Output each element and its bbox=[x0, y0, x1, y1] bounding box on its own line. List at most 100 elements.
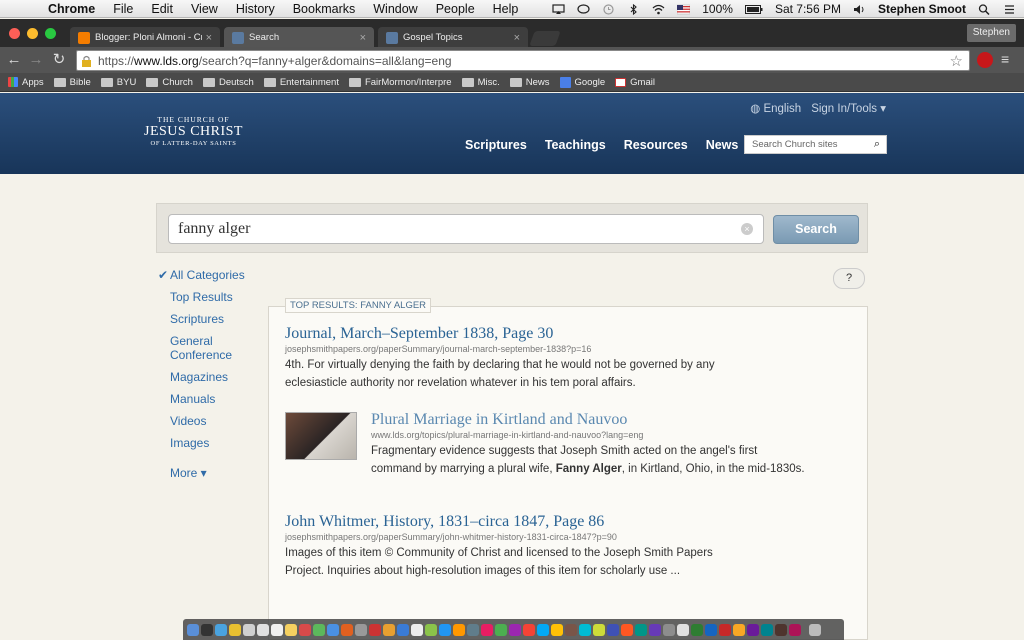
nav-resources[interactable]: Resources bbox=[624, 138, 688, 152]
category-videos[interactable]: Videos bbox=[158, 414, 258, 428]
bookmark-fairmormon[interactable]: FairMormon/Interpre bbox=[348, 77, 452, 88]
menu-people[interactable]: People bbox=[436, 2, 475, 16]
app-icon[interactable] bbox=[411, 623, 423, 636]
app-icon[interactable] bbox=[509, 623, 521, 636]
search-input[interactable]: fanny alger × bbox=[168, 214, 764, 244]
bookmark-google[interactable]: Google bbox=[559, 76, 605, 88]
tab-blogger[interactable]: Blogger: Ploni Almoni - Cre × bbox=[70, 27, 220, 48]
app-icon[interactable] bbox=[341, 623, 353, 636]
app-icon[interactable] bbox=[551, 623, 563, 636]
help-button[interactable]: ? bbox=[833, 268, 865, 289]
time-machine-icon[interactable] bbox=[602, 3, 615, 15]
battery-icon[interactable] bbox=[744, 4, 763, 15]
app-icon[interactable] bbox=[495, 623, 507, 636]
app-icon[interactable] bbox=[523, 623, 535, 636]
app-icon[interactable] bbox=[397, 623, 409, 636]
category-more[interactable]: More ▾ bbox=[158, 466, 258, 480]
app-icon[interactable] bbox=[537, 623, 549, 636]
minimize-window-icon[interactable] bbox=[27, 28, 38, 39]
chrome-menu-icon[interactable]: ≡ bbox=[1001, 52, 1009, 66]
site-search-input[interactable]: Search Church sites ⌕ bbox=[744, 135, 887, 154]
app-icon[interactable] bbox=[313, 623, 325, 636]
category-all[interactable]: ✔ All Categories bbox=[158, 268, 258, 282]
app-icon[interactable] bbox=[383, 623, 395, 636]
app-icon[interactable] bbox=[593, 623, 605, 636]
app-icon[interactable] bbox=[663, 623, 675, 636]
result-thumbnail[interactable] bbox=[285, 412, 357, 460]
app-icon[interactable] bbox=[607, 623, 619, 636]
chat-icon[interactable] bbox=[577, 3, 590, 15]
app-icon[interactable] bbox=[761, 623, 773, 636]
tab-search[interactable]: Search × bbox=[224, 27, 374, 48]
church-logo[interactable]: THE CHURCH OF JESUS CHRIST OF LATTER-DAY… bbox=[136, 115, 251, 147]
nav-scriptures[interactable]: Scriptures bbox=[465, 138, 527, 152]
app-icon[interactable] bbox=[425, 623, 437, 636]
result-title[interactable]: John Whitmer, History, 1831–circa 1847, … bbox=[285, 513, 845, 531]
menu-edit[interactable]: Edit bbox=[151, 2, 173, 16]
app-icon[interactable] bbox=[747, 623, 759, 636]
result-title[interactable]: Journal, March–September 1838, Page 30 bbox=[285, 325, 845, 343]
app-icon[interactable] bbox=[719, 623, 731, 636]
spotlight-search-icon[interactable] bbox=[978, 3, 991, 15]
extension-icon[interactable] bbox=[977, 52, 993, 68]
flag-us-icon[interactable] bbox=[677, 4, 691, 15]
category-magazines[interactable]: Magazines bbox=[158, 370, 258, 384]
back-icon[interactable]: ← bbox=[6, 51, 22, 69]
bookmark-star-icon[interactable]: ☆ bbox=[950, 52, 963, 70]
zoom-window-icon[interactable] bbox=[45, 28, 56, 39]
user-name[interactable]: Stephen Smoot bbox=[878, 2, 966, 16]
airplay-icon[interactable] bbox=[552, 3, 565, 15]
bookmark-news[interactable]: News bbox=[509, 77, 550, 88]
mission-control-icon[interactable] bbox=[215, 623, 227, 636]
result-title[interactable]: Plural Marriage in Kirtland and Nauvoo bbox=[371, 411, 845, 429]
notes-icon[interactable] bbox=[285, 623, 297, 636]
app-icon[interactable] bbox=[439, 623, 451, 636]
dashboard-icon[interactable] bbox=[201, 623, 213, 636]
finder-icon[interactable] bbox=[187, 623, 199, 636]
search-button[interactable]: Search bbox=[773, 215, 859, 244]
app-icon[interactable] bbox=[327, 623, 339, 636]
chrome-icon[interactable] bbox=[229, 623, 241, 636]
nav-teachings[interactable]: Teachings bbox=[545, 138, 606, 152]
app-icon[interactable] bbox=[453, 623, 465, 636]
app-icon[interactable] bbox=[635, 623, 647, 636]
bookmark-entertainment[interactable]: Entertainment bbox=[263, 77, 339, 88]
app-icon[interactable] bbox=[649, 623, 661, 636]
close-window-icon[interactable] bbox=[9, 28, 20, 39]
category-manuals[interactable]: Manuals bbox=[158, 392, 258, 406]
app-icon[interactable] bbox=[705, 623, 717, 636]
app-icon[interactable] bbox=[691, 623, 703, 636]
app-icon[interactable] bbox=[467, 623, 479, 636]
category-images[interactable]: Images bbox=[158, 436, 258, 450]
clock[interactable]: Sat 7:56 PM bbox=[775, 2, 841, 16]
bookmark-byu[interactable]: BYU bbox=[100, 77, 136, 88]
app-icon[interactable] bbox=[789, 623, 801, 636]
menu-bookmarks[interactable]: Bookmarks bbox=[293, 2, 356, 16]
tab-close-icon[interactable]: × bbox=[514, 32, 520, 44]
language-selector[interactable]: ◍ English bbox=[750, 101, 801, 115]
app-icon[interactable] bbox=[621, 623, 633, 636]
calendar-icon[interactable] bbox=[271, 623, 283, 636]
bookmark-apps[interactable]: Apps bbox=[8, 77, 44, 88]
tab-gospel-topics[interactable]: Gospel Topics × bbox=[378, 27, 528, 48]
bookmark-church[interactable]: Church bbox=[146, 77, 193, 88]
bookmark-bible[interactable]: Bible bbox=[53, 77, 91, 88]
app-icon[interactable] bbox=[775, 623, 787, 636]
app-icon[interactable] bbox=[355, 623, 367, 636]
menu-history[interactable]: History bbox=[236, 2, 275, 16]
app-icon[interactable] bbox=[733, 623, 745, 636]
app-icon[interactable] bbox=[565, 623, 577, 636]
bookmark-deutsch[interactable]: Deutsch bbox=[202, 77, 254, 88]
tab-close-icon[interactable]: × bbox=[360, 32, 366, 44]
forward-icon[interactable]: → bbox=[28, 51, 44, 69]
tab-close-icon[interactable]: × bbox=[206, 32, 212, 44]
new-tab-button[interactable] bbox=[529, 31, 561, 46]
category-general-conference[interactable]: General Conference bbox=[158, 334, 238, 362]
nav-news[interactable]: News bbox=[706, 138, 739, 152]
app-icon[interactable] bbox=[481, 623, 493, 636]
category-top-results[interactable]: Top Results bbox=[158, 290, 258, 304]
wifi-icon[interactable] bbox=[652, 4, 665, 15]
menu-window[interactable]: Window bbox=[373, 2, 417, 16]
bookmark-misc[interactable]: Misc. bbox=[461, 77, 500, 88]
app-icon[interactable] bbox=[677, 623, 689, 636]
